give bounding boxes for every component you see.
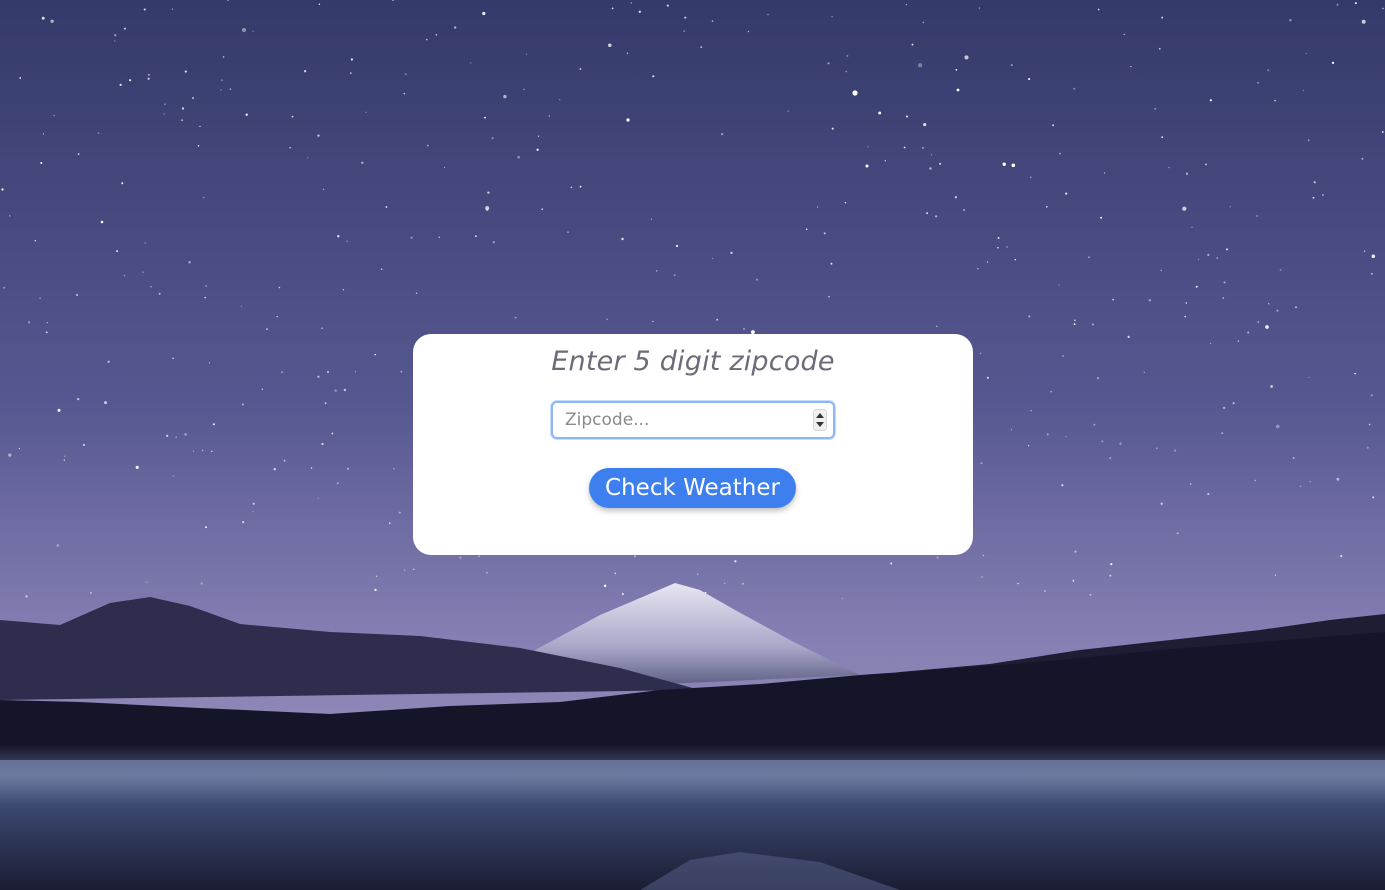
zipcode-input-wrapper[interactable] <box>551 401 835 439</box>
check-weather-button[interactable]: Check Weather <box>589 468 796 508</box>
spin-down-icon[interactable] <box>816 422 824 427</box>
zipcode-prompt: Enter 5 digit zipcode <box>551 346 835 377</box>
zipcode-card: Enter 5 digit zipcode Check Weather <box>413 334 973 555</box>
zipcode-input[interactable] <box>553 403 803 437</box>
number-spinner[interactable] <box>813 409 827 431</box>
spin-up-icon[interactable] <box>816 413 824 418</box>
